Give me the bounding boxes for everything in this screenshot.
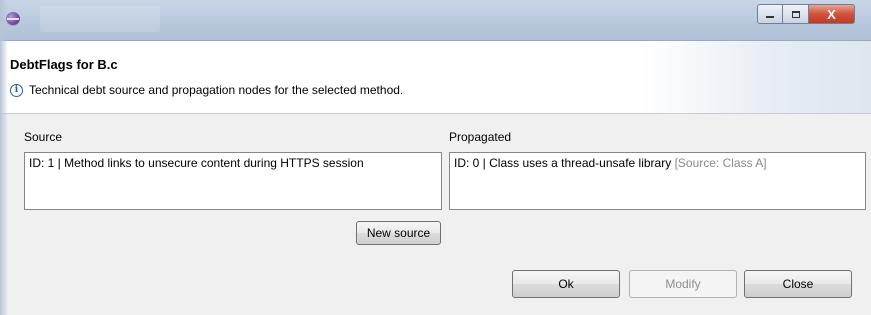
modify-button[interactable]: Modify [629,270,737,298]
new-source-button[interactable]: New source [356,221,441,245]
propagated-label: Propagated [449,130,512,144]
title-bar: X [0,0,871,41]
dialog-window: X DebtFlags for B.c i Technical debt sou… [0,0,871,315]
info-message: i Technical debt source and propagation … [10,83,403,97]
dialog-title: DebtFlags for B.c [10,57,118,72]
minimize-icon [766,16,774,18]
window-controls: X [757,4,855,24]
propagated-item-source: [Source: Class A] [674,156,767,170]
info-text: Technical debt source and propagation no… [29,83,404,97]
propagated-list[interactable]: ID: 0 | Class uses a thread-unsafe libra… [449,152,866,210]
close-button[interactable]: Close [744,270,852,298]
eclipse-app-icon [6,12,20,26]
dialog-header: DebtFlags for B.c i Technical debt sourc… [0,41,871,114]
maximize-button[interactable] [783,4,809,24]
source-label: Source [24,130,63,144]
close-icon: X [827,6,836,22]
minimize-button[interactable] [757,4,783,24]
source-list[interactable]: ID: 1 | Method links to unsecure content… [24,152,442,210]
window-title-blurred [40,6,160,32]
list-item[interactable]: ID: 0 | Class uses a thread-unsafe libra… [454,156,861,170]
maximize-icon [791,10,800,18]
ok-button[interactable]: Ok [512,270,620,298]
list-item[interactable]: ID: 1 | Method links to unsecure content… [29,156,437,170]
close-window-button[interactable]: X [809,4,855,24]
info-icon: i [10,83,23,97]
propagated-item-text: ID: 0 | Class uses a thread-unsafe libra… [454,156,672,170]
dialog-content: Source ID: 1 | Method links to unsecure … [0,114,871,315]
